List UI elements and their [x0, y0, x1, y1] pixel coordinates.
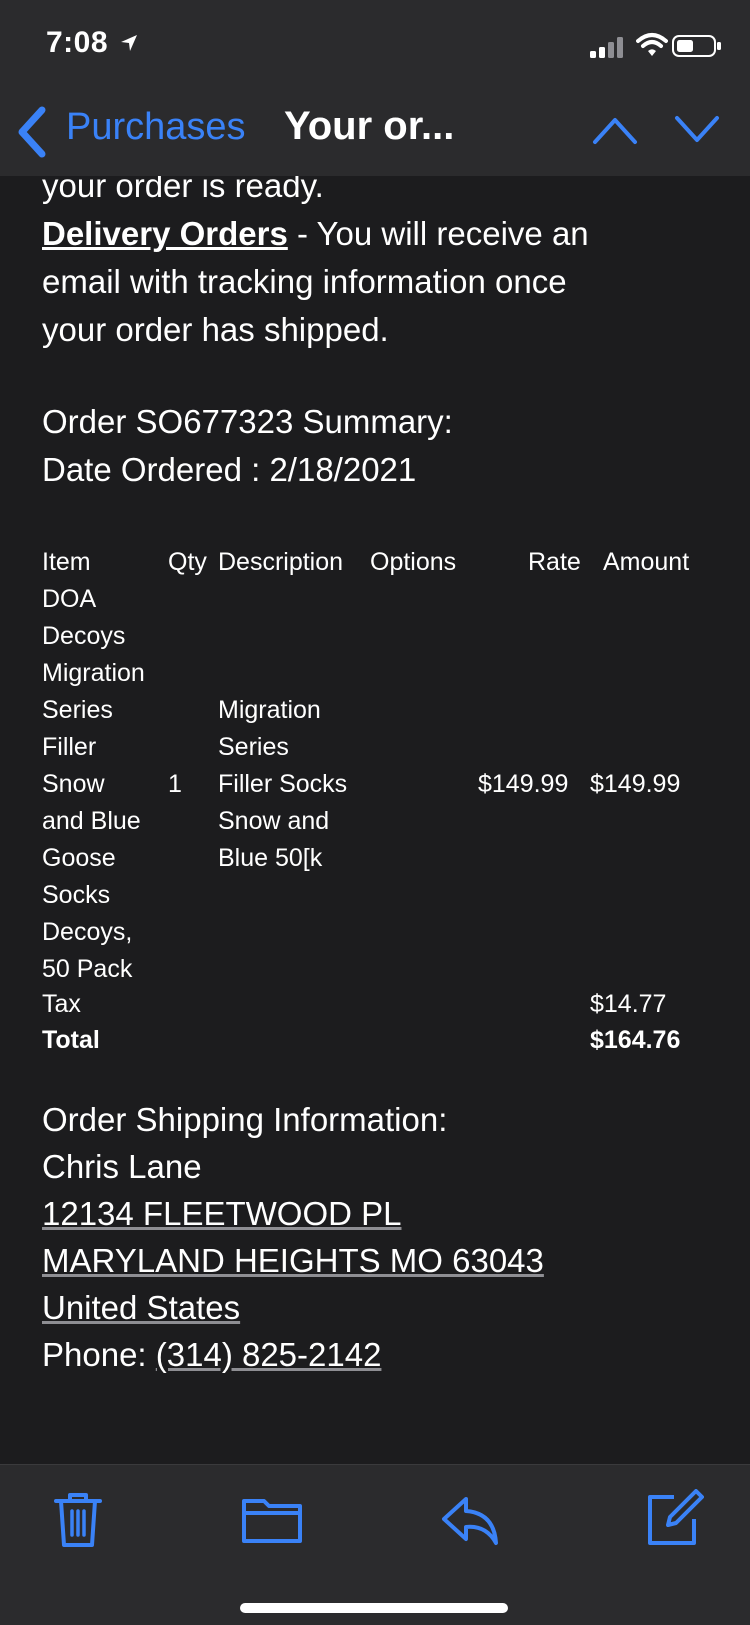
shipping-city-link[interactable]: MARYLAND HEIGHTS MO 63043 — [42, 1237, 544, 1285]
description-line: Blue 50[k — [218, 844, 323, 872]
order-summary-title: Order SO677323 Summary: — [42, 403, 453, 440]
item-description-cell: Migration Series Filler Socks Snow and B… — [218, 692, 388, 877]
navigation-bar: Purchases Your or... — [0, 92, 750, 176]
wifi-icon — [636, 33, 668, 56]
back-chevron-icon[interactable] — [14, 104, 50, 160]
intro-line-3: email with tracking information once — [42, 263, 567, 300]
nav-title: Your or... — [284, 104, 455, 148]
next-message-icon[interactable] — [674, 112, 720, 146]
header-description: Description — [218, 548, 344, 576]
item-rate: $149.99 — [478, 770, 569, 798]
header-amount: Amount — [603, 548, 690, 576]
battery-icon — [672, 35, 721, 57]
item-line: Series — [42, 696, 113, 724]
home-indicator[interactable] — [240, 1603, 508, 1613]
item-line: Socks — [42, 881, 111, 909]
tax-value: $14.77 — [590, 990, 667, 1018]
header-item: Item — [42, 548, 91, 576]
intro-text: your order is ready. Delivery Orders - Y… — [42, 176, 732, 354]
back-button[interactable]: Purchases — [66, 106, 246, 149]
delivery-orders-label: Delivery Orders — [42, 215, 288, 252]
item-amount: $149.99 — [590, 770, 681, 798]
intro-line-1: your order is ready. — [42, 176, 324, 204]
item-line: 50 Pack — [42, 955, 133, 983]
tax-label: Tax — [42, 990, 81, 1018]
phone-link[interactable]: (314) 825-2142 — [156, 1336, 382, 1373]
status-bar: 7:08 — [0, 0, 750, 92]
total-label: Total — [42, 1026, 100, 1054]
reply-icon[interactable] — [440, 1489, 500, 1549]
item-line: and Blue — [42, 807, 141, 835]
item-line: Decoys — [42, 622, 126, 650]
shipping-heading: Order Shipping Information: — [42, 1101, 448, 1138]
shipping-street-link[interactable]: 12134 FLEETWOOD PL — [42, 1190, 401, 1238]
intro-line-4: your order has shipped. — [42, 311, 389, 348]
description-line: Filler Socks — [218, 770, 348, 798]
item-line: DOA — [42, 585, 97, 613]
item-line: Goose — [42, 844, 116, 872]
bottom-toolbar — [0, 1464, 750, 1625]
trash-icon[interactable] — [48, 1489, 108, 1549]
shipping-country-link[interactable]: United States — [42, 1284, 240, 1332]
delivery-line: Delivery Orders - You will receive an — [42, 210, 732, 258]
phone-label: Phone: — [42, 1336, 156, 1373]
email-body[interactable]: your order is ready. Delivery Orders - Y… — [0, 176, 750, 1464]
order-date: Date Ordered : 2/18/2021 — [42, 451, 417, 488]
status-time: 7:08 — [46, 26, 109, 59]
compose-icon[interactable] — [644, 1489, 704, 1549]
description-line: Series — [218, 733, 289, 761]
previous-message-icon[interactable] — [592, 112, 638, 146]
item-qty: 1 — [168, 770, 182, 798]
item-line: Migration — [42, 659, 145, 687]
item-line: Decoys, — [42, 918, 133, 946]
description-line: Snow and — [218, 807, 330, 835]
description-line: Migration — [218, 696, 321, 724]
header-options: Options — [370, 548, 457, 576]
delivery-text: - You will receive an — [287, 215, 589, 252]
shipping-name: Chris Lane — [42, 1148, 202, 1185]
total-value: $164.76 — [590, 1026, 681, 1054]
item-line: Filler — [42, 733, 97, 761]
location-arrow-icon — [121, 35, 137, 51]
shipping-phone-line: Phone: (314) 825-2142 — [42, 1331, 381, 1379]
folder-icon[interactable] — [242, 1489, 302, 1549]
item-name-cell: DOA Decoys Migration Series Filler Snow … — [42, 581, 167, 988]
item-line: Snow — [42, 770, 105, 798]
cellular-signal-icon — [590, 37, 623, 58]
header-rate: Rate — [528, 548, 581, 576]
header-qty: Qty — [168, 548, 207, 576]
